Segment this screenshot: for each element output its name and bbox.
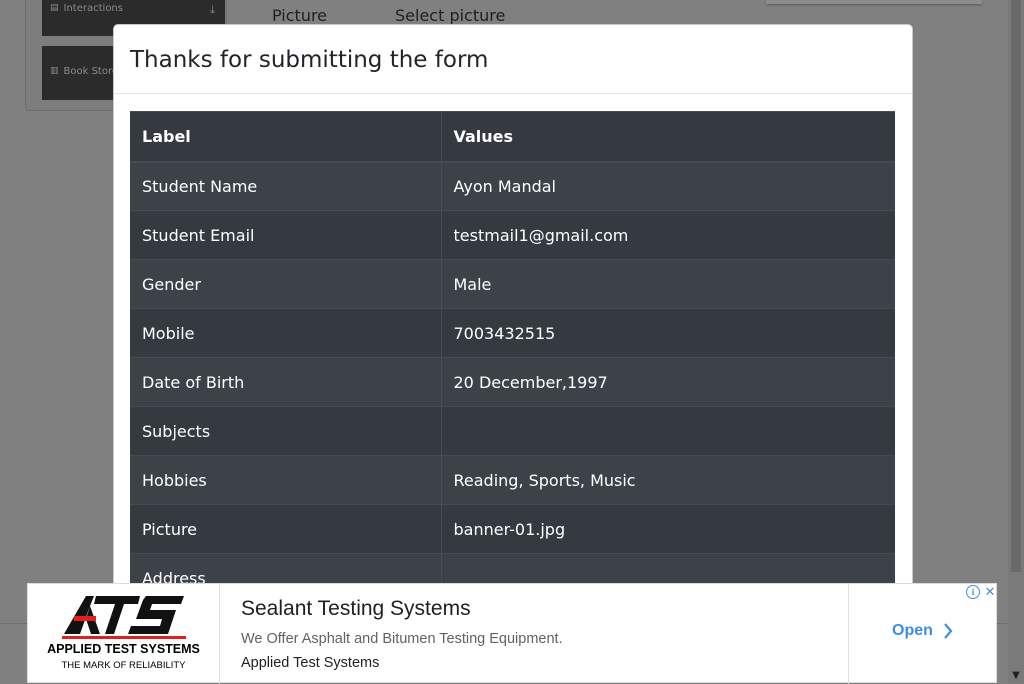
table-row: Date of Birth 20 December,1997 — [130, 357, 895, 407]
background-card — [766, 0, 982, 4]
ad-open-button[interactable]: Open — [892, 622, 953, 640]
ad-logo-line1: APPLIED TEST SYSTEMS — [47, 642, 200, 656]
row-value — [441, 406, 895, 456]
sidebar-item-label: Book Store — [63, 66, 119, 77]
ad-logo-line2: THE MARK OF RELIABILITY — [61, 660, 186, 671]
table-row: Gender Male — [130, 259, 895, 309]
chart-icon: ▥ — [50, 66, 59, 76]
row-label: Mobile — [130, 308, 442, 358]
row-value: 7003432515 — [441, 308, 895, 358]
results-table: Label Values Student Name Ayon Mandal St… — [130, 111, 895, 595]
table-row: Mobile 7003432515 — [130, 308, 895, 358]
table-row: Subjects — [130, 406, 895, 456]
ad-advertiser: Applied Test Systems — [241, 655, 380, 671]
table-row: Picture banner-01.jpg — [130, 504, 895, 554]
row-value: 20 December,1997 — [441, 357, 895, 407]
table-row: Hobbies Reading, Sports, Music — [130, 455, 895, 505]
page-scrollbar[interactable]: ▼ — [1008, 0, 1024, 683]
ad-banner[interactable]: APPLIED TEST SYSTEMS THE MARK OF RELIABI… — [27, 583, 998, 684]
table-row: Student Name Ayon Mandal — [130, 161, 895, 211]
ad-headline[interactable]: Sealant Testing Systems — [241, 597, 471, 621]
ad-logo[interactable]: APPLIED TEST SYSTEMS THE MARK OF RELIABI… — [28, 584, 220, 684]
row-label: Date of Birth — [130, 357, 442, 407]
ad-open-label: Open — [892, 622, 933, 639]
row-value: testmail1@gmail.com — [441, 210, 895, 260]
row-value: banner-01.jpg — [441, 504, 895, 554]
chevron-right-icon — [944, 623, 953, 639]
ad-divider — [848, 584, 849, 684]
row-label: Gender — [130, 259, 442, 309]
row-label: Subjects — [130, 406, 442, 456]
scrollbar-thumb[interactable] — [1011, 0, 1021, 572]
row-value: Ayon Mandal — [441, 161, 895, 211]
column-header-label: Label — [130, 111, 442, 163]
close-icon[interactable]: ✕ — [982, 584, 998, 600]
download-icon: ⤓ — [210, 3, 215, 16]
row-label: Hobbies — [130, 455, 442, 505]
scroll-down-icon[interactable]: ▼ — [1008, 670, 1024, 681]
row-label: Student Email — [130, 210, 442, 260]
ad-info-icon[interactable]: i — [966, 585, 980, 599]
modal-header: Thanks for submitting the form — [114, 25, 912, 94]
sidebar-item-label: Interactions — [63, 3, 123, 14]
list-icon: ▤ — [50, 3, 59, 13]
ats-logo-icon — [62, 596, 186, 639]
row-label: Student Name — [130, 161, 442, 211]
row-value: Male — [441, 259, 895, 309]
form-label-picture: Picture — [272, 6, 328, 25]
modal-title: Thanks for submitting the form — [130, 47, 489, 73]
select-picture-button[interactable]: Select picture — [395, 6, 505, 25]
table-row: Student Email testmail1@gmail.com — [130, 210, 895, 260]
results-table-wrap: Label Values Student Name Ayon Mandal St… — [130, 111, 895, 595]
row-label: Picture — [130, 504, 442, 554]
column-header-values: Values — [441, 111, 895, 163]
ad-description: We Offer Asphalt and Bitumen Testing Equ… — [241, 631, 563, 647]
row-value: Reading, Sports, Music — [441, 455, 895, 505]
submission-modal: Thanks for submitting the form Label Val… — [113, 24, 913, 596]
